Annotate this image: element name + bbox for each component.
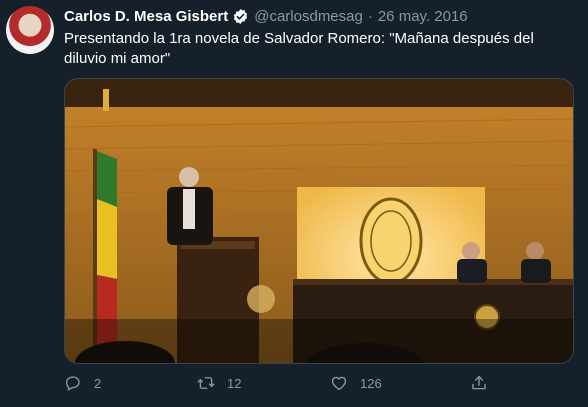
author-name[interactable]: Carlos D. Mesa Gisbert [64, 8, 228, 25]
event-photo [65, 79, 573, 363]
reply-button[interactable]: 2 [64, 372, 101, 394]
like-button[interactable]: 126 [330, 372, 382, 394]
verified-badge-icon [234, 8, 248, 24]
retweet-button[interactable]: 12 [197, 372, 241, 394]
share-button[interactable] [470, 372, 488, 394]
tweet-date[interactable]: 26 may. 2016 [378, 8, 468, 25]
tweet-header: Carlos D. Mesa Gisbert @carlosdmesag · 2… [64, 6, 468, 26]
separator-dot: · [367, 7, 373, 25]
reply-count: 2 [94, 375, 102, 391]
reply-icon [65, 376, 80, 391]
retweet-count: 12 [227, 375, 242, 391]
heart-icon [331, 376, 347, 391]
tweet[interactable]: Carlos D. Mesa Gisbert @carlosdmesag · 2… [0, 0, 588, 407]
avatar[interactable] [6, 6, 54, 54]
share-icon [472, 375, 486, 390]
tweet-photo[interactable] [64, 78, 574, 364]
tweet-actions: 2 12 126 [64, 372, 504, 394]
author-handle[interactable]: @carlosdmesag [254, 8, 363, 25]
retweet-icon [197, 377, 215, 389]
tweet-text: Presentando la 1ra novela de Salvador Ro… [64, 30, 534, 67]
like-count: 126 [360, 375, 382, 391]
